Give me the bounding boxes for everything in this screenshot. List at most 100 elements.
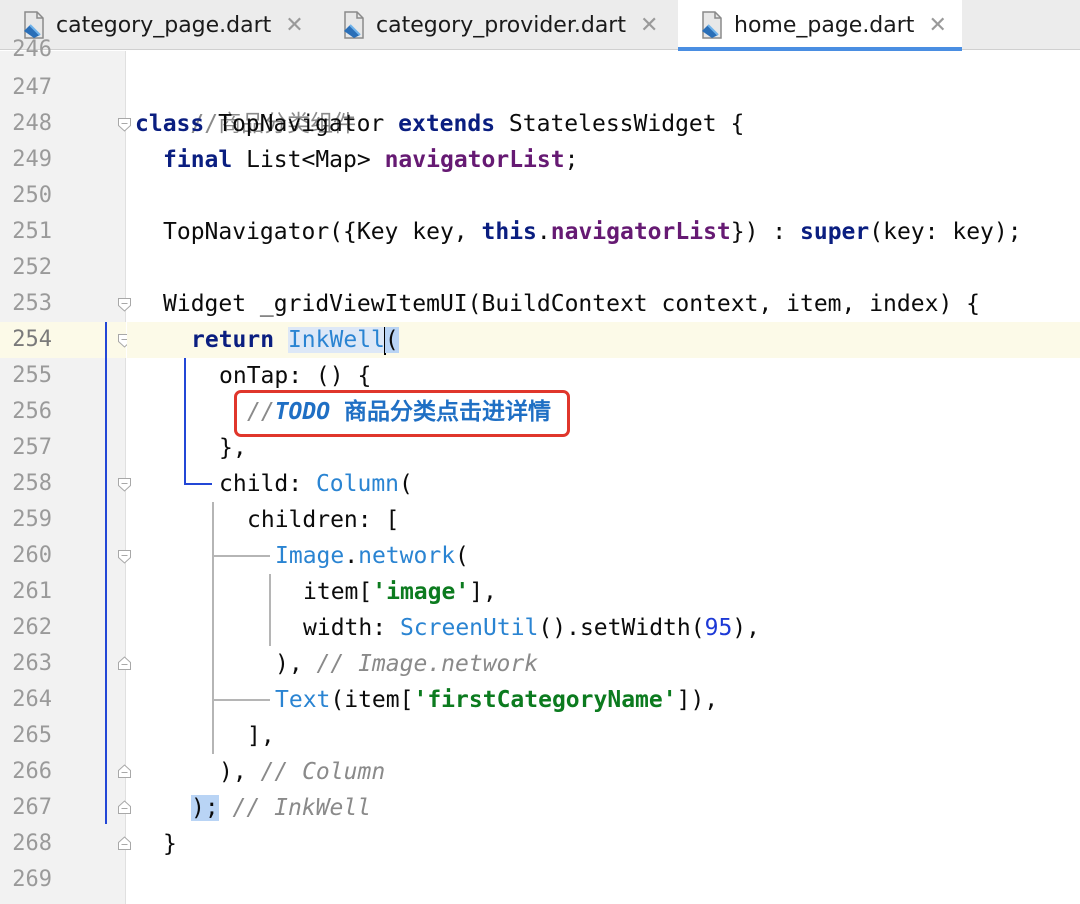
code-line-265: ], — [247, 718, 275, 754]
code-text: TopNavigator — [204, 111, 399, 137]
close-icon[interactable]: ✕ — [640, 13, 658, 38]
tab-home-page[interactable]: home_page.dart ✕ — [678, 0, 962, 51]
line-number: 259 — [12, 507, 52, 532]
line-number: 267 — [12, 795, 52, 820]
code-text: ( — [384, 327, 399, 353]
class-name: Column — [315, 471, 400, 497]
code-text: StatelessWidget { — [495, 111, 745, 137]
indent-guide-inkwell — [184, 358, 186, 484]
code-line-266: ), // Column — [219, 754, 385, 790]
tab-label: category_provider.dart — [376, 12, 626, 38]
line-number: 266 — [12, 759, 52, 784]
keyword: this — [481, 219, 537, 245]
line-number: 261 — [12, 579, 52, 604]
comment: // Column — [260, 759, 386, 785]
line-number: 268 — [12, 831, 52, 856]
code-text: item[ — [303, 579, 373, 605]
code-text: child: — [219, 471, 316, 497]
keyword: class — [135, 111, 205, 137]
code-text: ( — [399, 471, 413, 497]
code-text: ().setWidth( — [538, 615, 705, 641]
code-text: ], — [247, 723, 275, 749]
field-name: navigatorList — [384, 147, 565, 173]
code-line-251: TopNavigator({Key key, this.navigatorLis… — [163, 214, 1022, 250]
tab-label: home_page.dart — [734, 12, 915, 38]
indent-guide-inkwell-branch — [184, 483, 212, 485]
keyword: return — [191, 327, 275, 353]
line-number: 246 — [12, 37, 52, 62]
number-literal: 95 — [704, 615, 733, 641]
line-number: 260 — [12, 543, 52, 568]
dart-file-icon — [342, 11, 366, 39]
keyword: final — [163, 147, 233, 173]
line-number: 253 — [12, 291, 52, 316]
class-name: InkWell — [287, 327, 385, 353]
line-number: 263 — [12, 651, 52, 676]
comment: // Image.network — [316, 651, 539, 677]
class-name: Text — [275, 687, 331, 713]
code-text: }) : — [730, 219, 801, 245]
code-text: ; — [564, 147, 579, 173]
code-text: TopNavigator({Key key, — [163, 219, 482, 245]
method-name: network — [358, 543, 456, 569]
code-text: onTap: () { — [219, 363, 372, 389]
line-number: 269 — [12, 867, 52, 892]
code-line-258: child: Column( — [219, 466, 413, 502]
code-text: ), — [732, 615, 760, 641]
tab-category-provider[interactable]: category_provider.dart ✕ — [320, 0, 678, 50]
code-line-248: class TopNavigator extends StatelessWidg… — [135, 106, 744, 142]
field-name: navigatorList — [550, 219, 731, 245]
code-line-253: Widget _gridViewItemUI(BuildContext cont… — [163, 286, 980, 322]
code-line-262: width: ScreenUtil().setWidth(95), — [303, 610, 760, 646]
code-line-263: ), // Image.network — [275, 646, 538, 682]
line-number: 248 — [12, 111, 52, 136]
class-name: ScreenUtil — [399, 615, 539, 641]
code-line-264: Text(item['firstCategoryName']), — [275, 682, 718, 718]
indent-guide — [212, 502, 214, 754]
code-editor[interactable]: //商品分类组件 class TopNavigator extends Stat… — [105, 51, 1080, 904]
line-number: 265 — [12, 723, 52, 748]
line-number: 256 — [12, 399, 52, 424]
code-text: ( — [455, 543, 469, 569]
code-text: ), — [219, 759, 261, 785]
line-number: 250 — [12, 183, 52, 208]
code-line-260: Image.network( — [275, 538, 469, 574]
line-number: 262 — [12, 615, 52, 640]
code-text: }, — [219, 435, 247, 461]
code-line-261: item['image'], — [303, 574, 497, 610]
line-number-current: 254 — [0, 322, 126, 358]
code-text: children: [ — [247, 507, 400, 533]
line-number: 257 — [12, 435, 52, 460]
close-icon[interactable]: ✕ — [928, 13, 946, 38]
close-icon[interactable]: ✕ — [285, 13, 303, 38]
code-text: List<Map> — [232, 147, 385, 173]
line-number-gutter: 246 247 248 249 250 251 252 253 254 255 … — [0, 37, 126, 904]
code-line-254: return InkWell( — [191, 322, 399, 358]
keyword: super — [800, 219, 870, 245]
todo-highlight-box — [234, 390, 570, 437]
line-number: 249 — [12, 147, 52, 172]
line-number: 251 — [12, 219, 52, 244]
string-literal: 'firstCategoryName' — [413, 687, 677, 713]
line-number: 258 — [12, 471, 52, 496]
editor-tab-bar: category_page.dart ✕ category_provider.d… — [0, 0, 1080, 51]
code-text: ); — [191, 795, 219, 821]
indent-guide-active — [105, 322, 107, 824]
code-text: } — [163, 831, 177, 857]
line-number: 252 — [12, 255, 52, 280]
keyword: extends — [398, 111, 496, 137]
code-text: ), — [275, 651, 317, 677]
code-text: ], — [469, 579, 497, 605]
line-number: 264 — [12, 687, 52, 712]
code-text: (key: key); — [869, 219, 1022, 245]
dart-file-icon — [700, 11, 724, 39]
line-number: 255 — [12, 363, 52, 388]
code-line-255: onTap: () { — [219, 358, 371, 394]
code-text: width: — [303, 615, 400, 641]
indent-guide — [269, 574, 271, 646]
code-line-268: } — [163, 826, 177, 862]
code-text: (item[ — [330, 687, 414, 713]
string-literal: 'image' — [372, 579, 470, 605]
indent-guide-branch — [214, 699, 270, 701]
